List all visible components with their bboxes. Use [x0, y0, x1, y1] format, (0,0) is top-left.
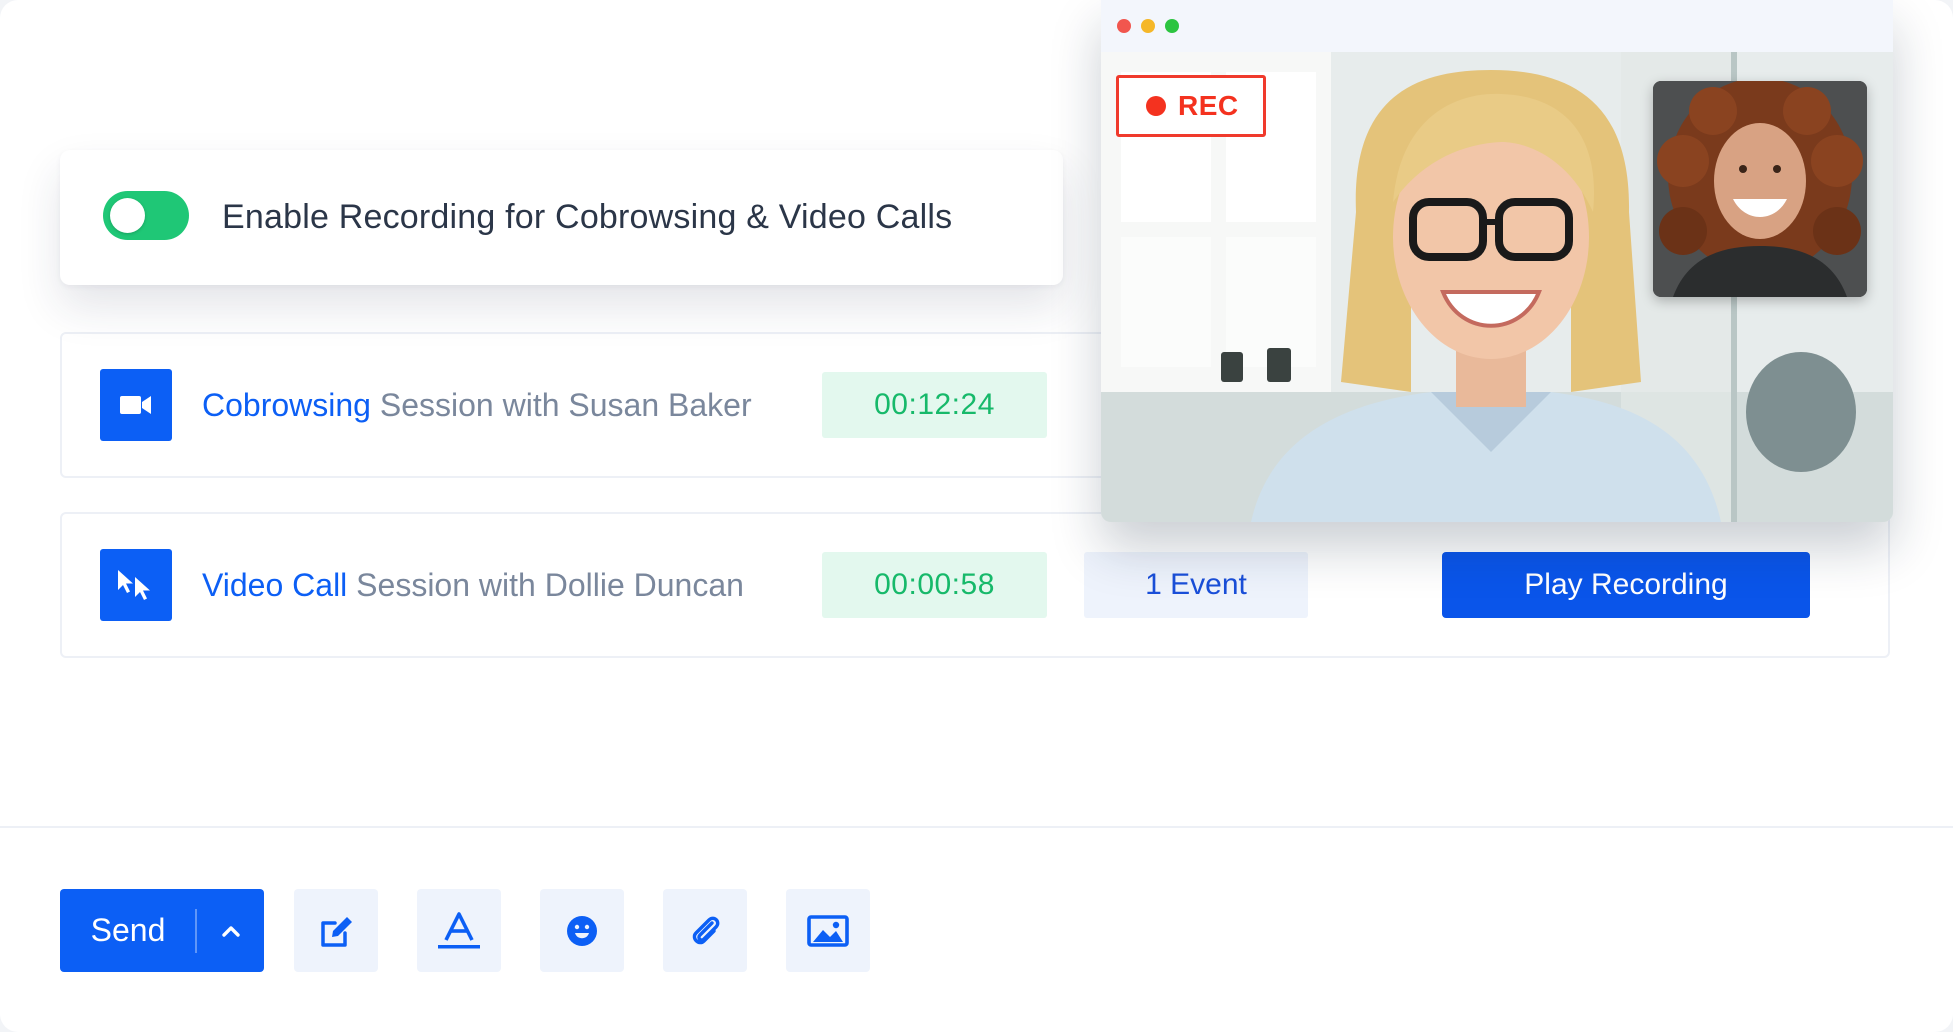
edit-icon — [321, 916, 352, 947]
duration-badge: 00:12:24 — [822, 372, 1047, 438]
recording-dot-icon — [1146, 96, 1166, 116]
session-participant: Session with Dollie Duncan — [347, 567, 744, 603]
cursor-icon — [100, 549, 172, 621]
video-camera-icon — [100, 369, 172, 441]
session-kind: Video Call — [202, 567, 348, 603]
image-icon — [807, 914, 849, 947]
recording-indicator: REC — [1116, 75, 1266, 137]
enable-recording-toggle[interactable] — [103, 191, 189, 240]
edit-button[interactable] — [294, 889, 378, 972]
session-row-video-call[interactable]: Video Call Session with Dollie Duncan 00… — [60, 512, 1890, 658]
recording-toggle-card: Enable Recording for Cobrowsing & Video … — [60, 150, 1063, 285]
chevron-up-icon — [221, 925, 240, 937]
toggle-knob — [110, 198, 145, 233]
window-minimize-dot[interactable] — [1141, 19, 1155, 33]
app-canvas: Cobrowsing Session with Susan Baker 00:1… — [0, 0, 1953, 1032]
attachment-icon — [692, 916, 720, 944]
attachment-button[interactable] — [663, 889, 747, 972]
self-view-thumbnail[interactable] — [1653, 81, 1867, 297]
video-call-window: REC — [1101, 0, 1893, 522]
session-participant: Session with Susan Baker — [370, 387, 752, 423]
window-maximize-dot[interactable] — [1165, 19, 1179, 33]
play-recording-button[interactable]: Play Recording — [1442, 552, 1810, 618]
window-titlebar — [1101, 0, 1893, 52]
window-close-dot[interactable] — [1117, 19, 1131, 33]
events-badge[interactable]: 1 Event — [1084, 552, 1308, 618]
main-video-feed: REC — [1101, 52, 1893, 522]
secondary-participant-image — [1653, 81, 1867, 297]
duration-badge: 00:00:58 — [822, 552, 1047, 618]
text-format-button[interactable] — [417, 889, 501, 972]
session-title: Cobrowsing Session with Susan Baker — [202, 334, 752, 476]
send-options-button[interactable] — [197, 889, 264, 972]
send-button-group: Send — [60, 889, 264, 972]
toolbar-divider — [0, 826, 1953, 828]
recording-label: REC — [1178, 90, 1239, 121]
send-button[interactable]: Send — [60, 889, 196, 972]
session-kind: Cobrowsing — [202, 387, 371, 423]
emoji-button[interactable] — [540, 889, 624, 972]
session-title: Video Call Session with Dollie Duncan — [202, 514, 744, 656]
toggle-label: Enable Recording for Cobrowsing & Video … — [222, 198, 953, 236]
image-button[interactable] — [786, 889, 870, 972]
text-format-icon — [438, 911, 480, 948]
emoji-icon — [567, 915, 597, 946]
